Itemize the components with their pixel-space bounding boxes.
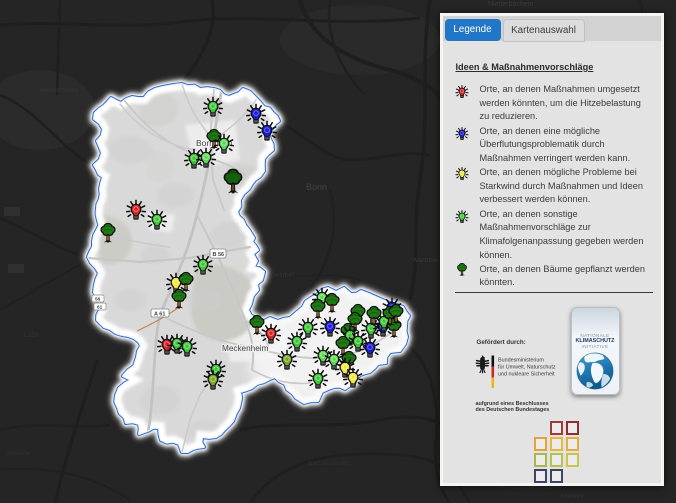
svg-text:56: 56 [95, 297, 101, 303]
svg-text:Altenahr: Altenahr [560, 493, 585, 500]
svg-text:L 158: L 158 [24, 333, 39, 339]
svg-text:Bonn: Bonn [306, 182, 327, 192]
svg-text:B 56: B 56 [213, 252, 225, 258]
svg-text:Niederbachem: Niederbachem [488, 1, 534, 8]
svg-text:A 61: A 61 [154, 311, 165, 317]
svg-text:Arzdorf: Arzdorf [273, 272, 294, 279]
svg-text:Bundesministerium: Bundesministerium [498, 358, 544, 364]
svg-text:für Umwelt, Naturschutz: für Umwelt, Naturschutz [498, 365, 556, 371]
svg-text:Bad Neuenahr: Bad Neuenahr [308, 460, 351, 467]
svg-text:Ahrweiler: Ahrweiler [6, 451, 31, 457]
svg-text:Meckenheim: Meckenheim [222, 344, 269, 353]
svg-text:Heimerzheim: Heimerzheim [40, 87, 78, 94]
svg-text:und nukleare Sicherheit: und nukleare Sicherheit [498, 372, 555, 378]
svg-text:61: 61 [97, 305, 103, 311]
